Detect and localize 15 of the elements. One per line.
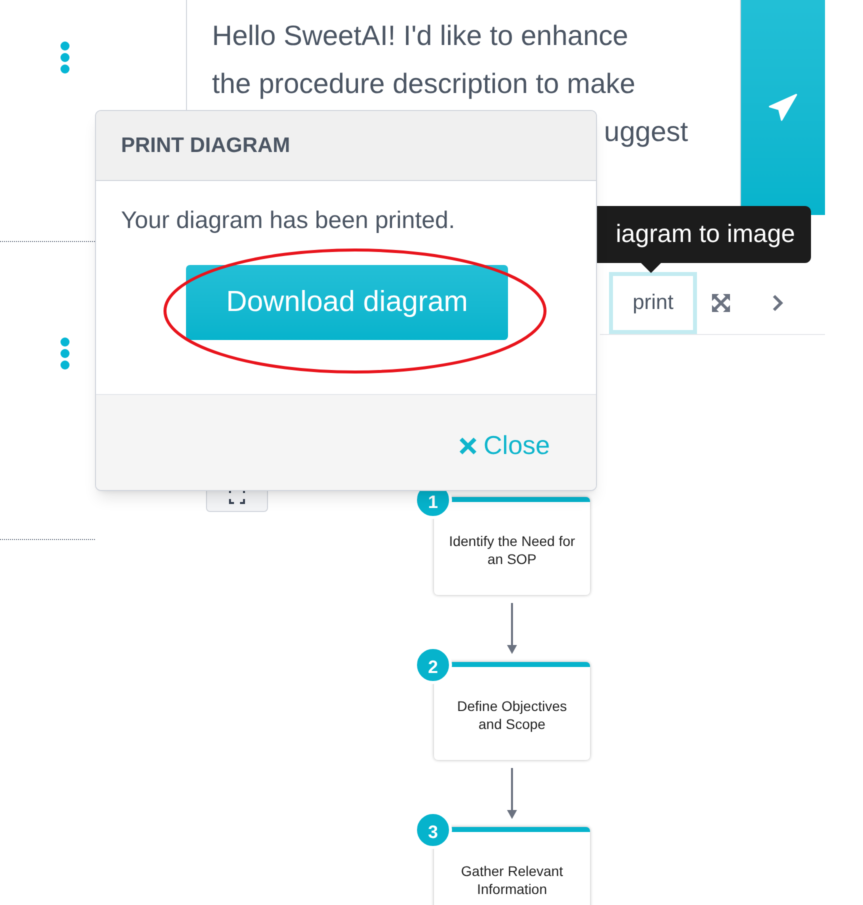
step-label: Identify the Need for an SOP [448,532,576,569]
step-label: Gather Relevant Information [460,862,564,899]
connector-arrow [506,603,518,655]
paper-plane-icon [766,92,800,124]
close-icon [458,436,478,456]
print-button[interactable]: print [609,272,697,334]
send-button[interactable] [741,0,825,215]
connector-arrow [506,768,518,820]
step-number: 2 [414,646,452,684]
expand-arrows-icon [711,293,731,313]
chevron-right-icon [772,294,784,312]
step-label: Define Objectives and Scope [456,697,568,734]
tooltip-pointer [640,262,662,274]
step-number: 3 [414,811,452,849]
fit-icon [229,488,245,504]
